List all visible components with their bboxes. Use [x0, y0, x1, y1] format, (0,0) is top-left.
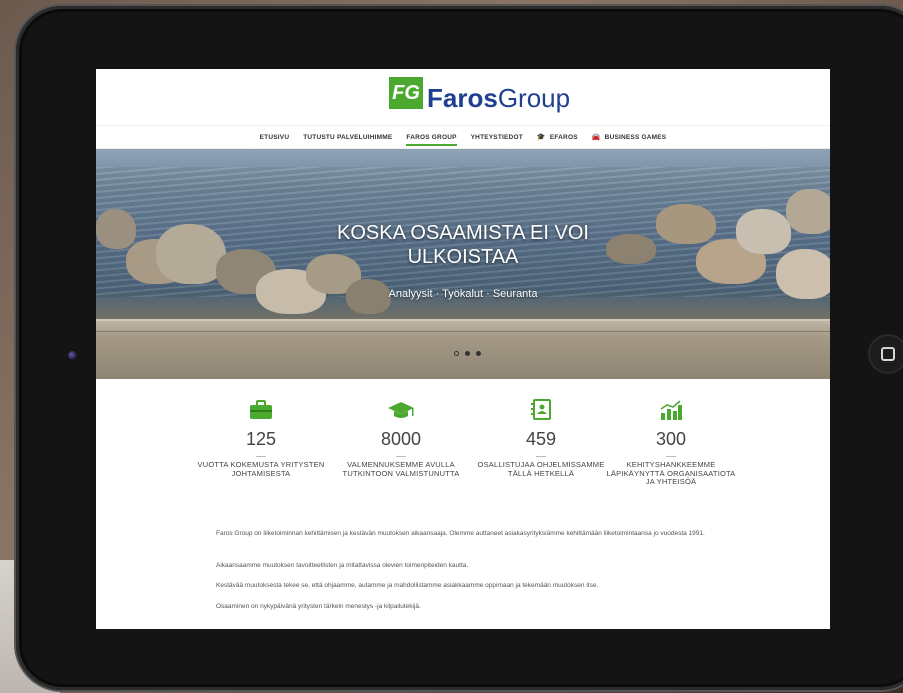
- stat-value: 300: [655, 429, 687, 449]
- slider-dots: [454, 351, 481, 356]
- stat-value: 459: [525, 429, 557, 449]
- slider-dot[interactable]: [476, 351, 481, 356]
- logo-text-rest: Group: [497, 83, 571, 113]
- intro-paragraph: Aikaansaamme muutoksen tavoitteellisten …: [216, 562, 469, 569]
- hero-title: KOSKA OSAAMISTA EI VOI ULKOISTAA: [337, 222, 589, 268]
- hero-slider[interactable]: KOSKA OSAAMISTA EI VOI ULKOISTAA Analyys…: [96, 149, 830, 379]
- home-button-icon: [881, 347, 895, 361]
- hero-dock-line: [96, 331, 830, 332]
- nav-item-efaros[interactable]: 🎓 EFAROS: [537, 133, 578, 141]
- graduation-cap-icon: [336, 397, 466, 423]
- stat-label: KEHITYSHANKKEEMME LÄPIKÄYNYTTÄ ORGANISAA…: [606, 460, 736, 486]
- hero-rock: [776, 249, 830, 299]
- stat-item: 459 OSALLISTUJAA OHJELMISSAMME TÄLLÄ HET…: [476, 397, 606, 478]
- main-nav: ETUSIVU TUTUSTU PALVELUIHIMME FAROS GROU…: [96, 125, 830, 149]
- intro-paragraph: Faros Group on liiketoiminnan kehittämis…: [216, 530, 705, 537]
- nav-item-yhteystiedot[interactable]: YHTEYSTIEDOT: [471, 134, 523, 141]
- browser-screen: FG FarosGroup ETUSIVU TUTUSTU PALVELUIHI…: [96, 69, 830, 629]
- home-button[interactable]: [870, 336, 903, 372]
- stat-item: 125 VUOTTA KOKEMUSTA YRITYSTEN JOHTAMISE…: [196, 397, 326, 478]
- stat-label: VUOTTA KOKEMUSTA YRITYSTEN JOHTAMISESTA: [197, 460, 325, 478]
- camera-icon: [68, 351, 77, 360]
- stat-divider: [396, 456, 406, 457]
- hero-rock: [786, 189, 830, 234]
- stat-divider: [666, 456, 676, 457]
- hero-rock: [656, 204, 716, 244]
- slider-dot[interactable]: [465, 351, 470, 356]
- site-header: FG FarosGroup: [96, 69, 830, 125]
- growth-chart-icon: [606, 397, 736, 423]
- graduation-cap-icon: 🎓: [536, 134, 546, 141]
- logo-text[interactable]: FarosGroup: [427, 83, 570, 113]
- stat-divider: [536, 456, 546, 457]
- nav-item-business-games[interactable]: 🚘 BUSINESS GAMES: [592, 133, 667, 141]
- nav-item-efaros-label: EFAROS: [549, 134, 578, 141]
- stats-section: 125 VUOTTA KOKEMUSTA YRITYSTEN JOHTAMISE…: [196, 397, 736, 497]
- nav-item-etusivu[interactable]: ETUSIVU: [260, 134, 290, 141]
- hero-wooden-dock: [96, 319, 830, 379]
- stat-divider: [256, 456, 266, 457]
- stat-value: 8000: [380, 429, 422, 449]
- logo-text-bold: Faros: [427, 83, 498, 113]
- car-icon: 🚘: [591, 134, 601, 141]
- stat-item: 300 KEHITYSHANKKEEMME LÄPIKÄYNYTTÄ ORGAN…: [606, 397, 736, 487]
- stat-label: VALMENNUKSEMME AVULLA TUTKINTOON VALMIST…: [342, 460, 460, 478]
- stat-item: 8000 VALMENNUKSEMME AVULLA TUTKINTOON VA…: [336, 397, 466, 478]
- briefcase-icon: [196, 397, 326, 423]
- hero-rock: [606, 234, 656, 264]
- slider-dot[interactable]: [454, 351, 459, 356]
- intro-paragraph: Osaaminen on nykypäivänä yritysten tärke…: [216, 603, 421, 610]
- stat-value: 125: [245, 429, 277, 449]
- hero-rock: [736, 209, 791, 254]
- contacts-book-icon: [476, 397, 606, 423]
- intro-paragraph: Kestävää muutoksesta tekee se, että ohja…: [216, 582, 599, 589]
- stat-label: OSALLISTUJAA OHJELMISSAMME TÄLLÄ HETKELL…: [477, 460, 605, 478]
- hero-rock: [96, 209, 136, 249]
- hero-subtitle: Analyysit · Työkalut · Seuranta: [388, 288, 538, 300]
- logo-mark[interactable]: FG: [389, 77, 423, 109]
- nav-item-palvelut[interactable]: TUTUSTU PALVELUIHIMME: [303, 134, 392, 141]
- nav-item-faros-group[interactable]: FAROS GROUP: [406, 134, 457, 146]
- nav-item-business-games-label: BUSINESS GAMES: [604, 134, 667, 141]
